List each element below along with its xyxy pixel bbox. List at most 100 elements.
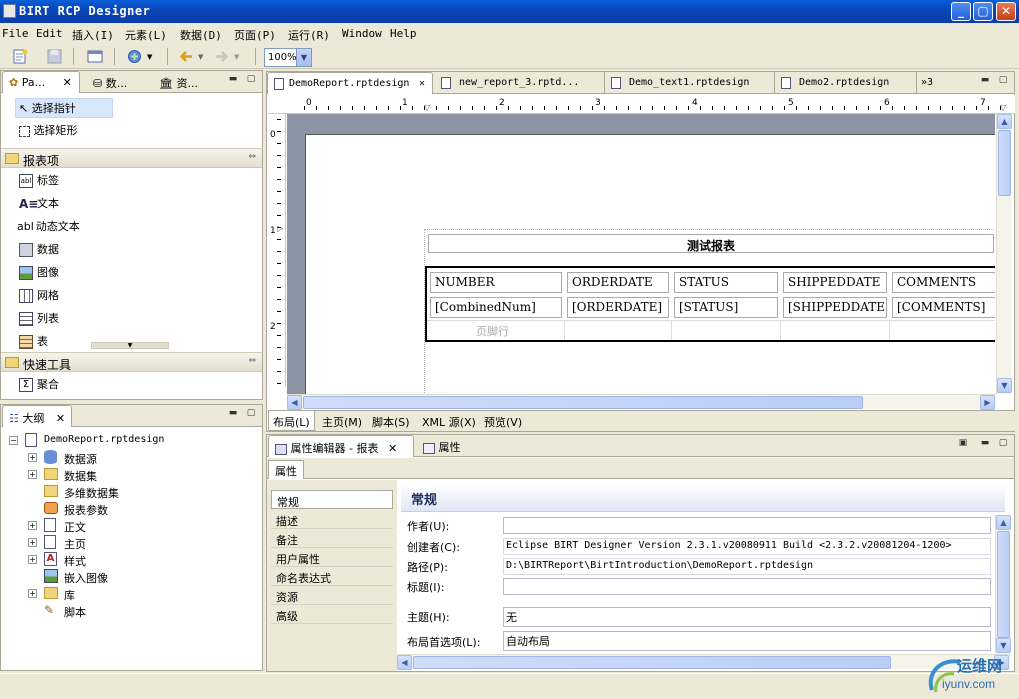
zoom-select[interactable]: 100% ▼ <box>264 48 312 67</box>
minimize-view-icon[interactable]: ▬ <box>979 75 991 87</box>
report-table[interactable]: NUMBER ORDERDATE STATUS SHIPPEDDATE COMM… <box>425 266 995 342</box>
tab-palette[interactable]: ✿ Pa... ✕ <box>2 71 80 93</box>
tab-demo2[interactable]: Demo2.rptdesign <box>775 72 917 94</box>
palette-item-data[interactable]: 数据 <box>19 241 59 261</box>
scroll-down-icon[interactable]: ▼ <box>997 378 1012 393</box>
back-dropdown-icon[interactable]: ▼ <box>198 53 203 61</box>
collapse-icon[interactable]: − <box>9 436 18 445</box>
restore-icon[interactable]: ▣ <box>957 438 969 450</box>
category-description[interactable]: 描述 <box>271 510 393 529</box>
back-arrow-icon[interactable] <box>178 49 194 64</box>
category-user-properties[interactable]: 用户属性 <box>271 548 393 567</box>
menu-help[interactable]: Help <box>390 27 417 40</box>
palette-item-label[interactable]: abl 标签 <box>19 172 59 192</box>
run-icon[interactable] <box>127 49 143 64</box>
run-dropdown-icon[interactable]: ▼ <box>147 53 152 61</box>
layout-icon[interactable] <box>87 49 103 64</box>
maximize-view-icon[interactable]: ▢ <box>245 74 257 86</box>
author-field[interactable] <box>503 517 991 534</box>
table-header-cell[interactable]: NUMBER <box>430 272 562 293</box>
scroll-left-icon[interactable]: ◀ <box>397 655 412 670</box>
forward-arrow-icon[interactable] <box>214 49 230 64</box>
chevron-down-icon[interactable]: ▼ <box>296 49 311 66</box>
palette-item-list[interactable]: 列表 <box>19 310 59 330</box>
tab-new-report-3[interactable]: new_report_3.rptd... <box>435 72 605 94</box>
menu-edit[interactable]: Edit <box>36 27 63 40</box>
table-header-cell[interactable]: STATUS <box>674 272 778 293</box>
palette-item-table[interactable]: 表 <box>19 333 48 353</box>
path-field[interactable]: D:\BIRTReport\BirtIntroduction\DemoRepor… <box>503 558 991 575</box>
category-comments[interactable]: 备注 <box>271 529 393 548</box>
category-resources[interactable]: 资源 <box>271 586 393 605</box>
editor-horizontal-scrollbar[interactable]: ◀ ▶ <box>287 394 996 410</box>
palette-item-grid[interactable]: 网格 <box>19 287 59 307</box>
layout-preference-select[interactable]: 自动布局 <box>503 631 991 651</box>
property-horizontal-scrollbar[interactable]: ◀ ▶ <box>397 654 1010 670</box>
menu-run[interactable]: 运行(R) <box>288 27 330 43</box>
footer-row-label[interactable]: 页脚行 <box>476 323 509 339</box>
category-named-expressions[interactable]: 命名表达式 <box>271 567 393 586</box>
palette-item-image[interactable]: 图像 <box>19 264 59 284</box>
expand-icon[interactable]: + <box>28 470 37 479</box>
menu-data[interactable]: 数据(D) <box>180 27 222 43</box>
close-icon[interactable]: ✕ <box>63 76 72 89</box>
report-page[interactable]: 测试报表 NUMBER ORDERDATE STATUS SHIPPEDDATE… <box>305 134 995 394</box>
minimize-button[interactable]: _ <box>951 2 971 21</box>
maximize-view-icon[interactable]: ▢ <box>997 75 1009 87</box>
collapse-icon[interactable]: ⇔ <box>248 152 256 162</box>
close-icon[interactable]: ✕ <box>388 442 397 455</box>
table-header-cell[interactable]: SHIPPEDDATE <box>783 272 887 293</box>
tab-preview[interactable]: 预览(V) <box>484 414 522 430</box>
collapse-icon[interactable]: ⇔ <box>248 356 256 366</box>
close-button[interactable]: ✕ <box>996 2 1016 21</box>
tab-outline[interactable]: ☷ 大纲 ✕ <box>2 405 72 427</box>
tab-overflow[interactable]: »3 <box>917 72 957 94</box>
expand-icon[interactable]: + <box>28 453 37 462</box>
palette-item-dynamic-text[interactable]: abl 动态文本 <box>17 218 80 238</box>
margin-marker-icon[interactable]: ▽ <box>424 103 430 112</box>
menu-insert[interactable]: 插入(I) <box>72 27 114 43</box>
property-vertical-scrollbar[interactable]: ▲ ▼ <box>995 515 1011 654</box>
expand-icon[interactable]: + <box>28 589 37 598</box>
scroll-down-icon[interactable]: ▼ <box>91 342 169 349</box>
editor-vertical-scrollbar[interactable]: ▲ ▼ <box>996 114 1012 394</box>
table-detail-cell[interactable]: [STATUS] <box>674 297 778 318</box>
scroll-thumb[interactable] <box>998 130 1011 196</box>
palette-item-aggregation[interactable]: Σ 聚合 <box>19 376 59 396</box>
tab-demo-text1[interactable]: Demo_text1.rptdesign <box>605 72 775 94</box>
group-quick-tools[interactable]: 快速工具 ⇔ <box>1 352 262 372</box>
theme-select[interactable]: 无 <box>503 607 991 627</box>
menu-window[interactable]: Window <box>342 27 382 40</box>
expand-icon[interactable]: + <box>28 521 37 530</box>
tab-script[interactable]: 脚本(S) <box>372 414 410 430</box>
tab-resource-explorer[interactable]: 🏛 资... <box>153 71 204 93</box>
close-icon[interactable]: ✕ <box>419 78 425 89</box>
scroll-up-icon[interactable]: ▲ <box>997 114 1012 129</box>
group-report-items[interactable]: 报表项 ⇔ <box>1 148 262 168</box>
minimize-view-icon[interactable]: ▬ <box>227 74 239 86</box>
new-file-icon[interactable] <box>12 49 28 64</box>
scroll-thumb[interactable] <box>997 531 1010 638</box>
margin-marker-icon[interactable]: ▷ <box>277 224 283 233</box>
table-detail-cell[interactable]: [SHIPPEDDATE] <box>783 297 887 318</box>
created-by-field[interactable]: Eclipse BIRT Designer Version 2.3.1.v200… <box>503 538 991 555</box>
scroll-thumb[interactable] <box>413 656 891 669</box>
save-icon[interactable] <box>47 49 63 64</box>
forward-dropdown-icon[interactable]: ▼ <box>234 53 239 61</box>
table-detail-cell[interactable]: [COMMENTS] <box>892 297 995 318</box>
palette-item-text[interactable]: A≡文本 <box>19 195 59 215</box>
table-header-cell[interactable]: ORDERDATE <box>567 272 669 293</box>
category-advanced[interactable]: 高级 <box>271 605 393 624</box>
scroll-right-icon[interactable]: ▶ <box>980 395 995 410</box>
table-detail-cell[interactable]: [CombinedNum] <box>430 297 562 318</box>
report-title-label[interactable]: 测试报表 <box>428 234 994 253</box>
tab-property-editor[interactable]: 属性编辑器 - 报表 ✕ <box>268 435 414 457</box>
menu-element[interactable]: 元素(L) <box>125 27 167 43</box>
expand-icon[interactable]: + <box>28 538 37 547</box>
close-icon[interactable]: ✕ <box>56 412 65 425</box>
minimize-view-icon[interactable]: ▬ <box>979 438 991 450</box>
menu-page[interactable]: 页面(P) <box>234 27 276 43</box>
scroll-up-icon[interactable]: ▲ <box>996 515 1011 530</box>
scroll-thumb[interactable] <box>303 396 863 409</box>
tool-select-rectangle[interactable]: 选择矩形 <box>19 122 78 142</box>
